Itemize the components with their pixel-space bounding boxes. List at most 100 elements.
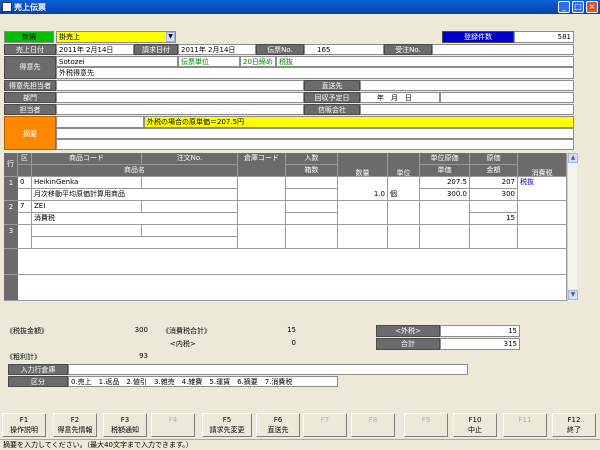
row-tax[interactable]: [518, 201, 567, 225]
staff-field[interactable]: [56, 104, 304, 115]
row-name[interactable]: 月次移動平均原価計算用商品: [32, 189, 238, 201]
col-hako-header: 箱数: [286, 165, 338, 177]
fkey-code: F7: [320, 416, 330, 424]
col-unit-header: 単位: [388, 153, 420, 177]
f3-button[interactable]: F3 税額通知: [103, 413, 147, 437]
input-warehouse-field[interactable]: [68, 364, 468, 375]
memo-code-field[interactable]: [56, 116, 144, 128]
memo-text-field[interactable]: 外税の場合の原単価＝207.5円: [144, 116, 574, 128]
col-irisu-header: 入数: [286, 153, 338, 165]
maximize-button[interactable]: □: [572, 1, 584, 13]
row-order[interactable]: [142, 225, 238, 237]
row-code[interactable]: [32, 225, 142, 237]
row-unitcost[interactable]: [420, 201, 470, 225]
row-unit[interactable]: [388, 225, 420, 249]
row-unit[interactable]: [388, 201, 420, 225]
f11-button[interactable]: F11: [503, 413, 547, 437]
fkey-code: F3: [120, 416, 130, 424]
row-warehouse[interactable]: [238, 177, 286, 201]
customer-tax: 税抜: [276, 56, 574, 67]
fkey-code: F12: [567, 416, 581, 424]
dept-label: 部門: [4, 92, 56, 103]
col-amount-header: 金額: [470, 165, 518, 177]
f9-button[interactable]: F9: [404, 413, 448, 437]
row-code[interactable]: HeikinGenka: [32, 177, 142, 189]
slip-no-field[interactable]: 165: [304, 44, 384, 55]
customer-name-field[interactable]: 外税得意先: [56, 67, 574, 79]
row-unitcost[interactable]: 207.5: [420, 177, 470, 189]
row-kubun[interactable]: 7: [18, 201, 32, 213]
taxsum-label: 《消費税合計》: [162, 327, 211, 335]
row-qty[interactable]: [338, 201, 388, 225]
contact-label: 得意先担当者: [4, 80, 56, 91]
row-amount[interactable]: 15: [470, 213, 518, 225]
total-value: 315: [440, 338, 520, 350]
f12-button[interactable]: F12 終了: [552, 413, 596, 437]
ship-field[interactable]: [360, 80, 574, 91]
row-unitcost[interactable]: [420, 225, 470, 249]
row-kubun[interactable]: 0: [18, 177, 32, 189]
row-cost[interactable]: [470, 225, 518, 249]
row-hako[interactable]: [286, 213, 338, 225]
f5-button[interactable]: F5 請求先変更: [202, 413, 252, 437]
profit-value: 93: [139, 352, 148, 360]
row-order[interactable]: [142, 201, 238, 213]
row-irisu[interactable]: [286, 177, 338, 189]
row-warehouse[interactable]: [238, 201, 286, 225]
row-number: 2: [4, 201, 18, 225]
table-row[interactable]: [18, 275, 567, 301]
memo-label: 摘要: [4, 116, 56, 150]
row-cost[interactable]: 207: [470, 177, 518, 189]
sale-type-select[interactable]: 掛売上: [56, 31, 176, 43]
collect-date-field[interactable]: 年 月 日: [360, 92, 440, 103]
row-tax[interactable]: 税抜: [518, 177, 567, 201]
row-warehouse[interactable]: [238, 225, 286, 249]
row-cost[interactable]: [470, 201, 518, 213]
row-name[interactable]: [32, 237, 238, 249]
row-kubun[interactable]: [18, 225, 32, 249]
memo-line2[interactable]: [56, 128, 574, 139]
row-price[interactable]: 300.0: [420, 189, 470, 201]
contact-field[interactable]: [56, 80, 304, 91]
f2-button[interactable]: F2 得意先情報: [53, 413, 97, 437]
row-irisu[interactable]: [286, 225, 338, 249]
memo-line3[interactable]: [56, 139, 574, 150]
scroll-down-icon[interactable]: ▼: [568, 290, 578, 300]
fkey-label: 操作説明: [10, 426, 38, 434]
row-qty[interactable]: 1.0: [338, 177, 388, 201]
f4-button[interactable]: F4: [151, 413, 195, 437]
ship-label: 直送先: [304, 80, 360, 91]
chevron-down-icon[interactable]: ▼: [166, 32, 175, 42]
col-row-header: 行: [4, 153, 18, 177]
col-unitcost-header: 単位原価: [420, 153, 470, 165]
row-tax[interactable]: [518, 225, 567, 249]
trust-label: 信販会社: [304, 104, 360, 115]
row-amount[interactable]: 300: [470, 189, 518, 201]
scroll-up-icon[interactable]: ▲: [568, 153, 578, 163]
row-hako[interactable]: [286, 189, 338, 201]
reg-count-value: 581: [514, 31, 574, 43]
f8-button[interactable]: F8: [351, 413, 395, 437]
f1-button[interactable]: F1 操作説明: [2, 413, 46, 437]
trust-field[interactable]: [360, 104, 574, 115]
f7-button[interactable]: F7: [303, 413, 347, 437]
col-qty-header: 数量: [338, 153, 388, 177]
dept-field[interactable]: [56, 92, 304, 103]
table-row[interactable]: [18, 249, 567, 275]
grid-scrollbar[interactable]: ▲ ▼: [567, 153, 578, 301]
close-button[interactable]: ×: [586, 1, 598, 13]
sale-date-field[interactable]: 2011年 2月14日: [56, 44, 134, 55]
row-name[interactable]: 消費税: [32, 213, 238, 225]
row-irisu[interactable]: [286, 201, 338, 213]
fkey-label: 終了: [567, 426, 581, 434]
order-no-field[interactable]: [432, 44, 574, 55]
customer-code-field[interactable]: Sotozei: [56, 56, 178, 67]
f6-button[interactable]: F6 直送先: [256, 413, 300, 437]
minimize-button[interactable]: _: [558, 1, 570, 13]
bill-date-field[interactable]: 2011年 2月14日: [178, 44, 256, 55]
row-code[interactable]: ZEI: [32, 201, 142, 213]
row-qty[interactable]: [338, 225, 388, 249]
f10-button[interactable]: F10 中止: [453, 413, 497, 437]
row-unit[interactable]: 個: [388, 177, 420, 201]
row-order[interactable]: [142, 177, 238, 189]
